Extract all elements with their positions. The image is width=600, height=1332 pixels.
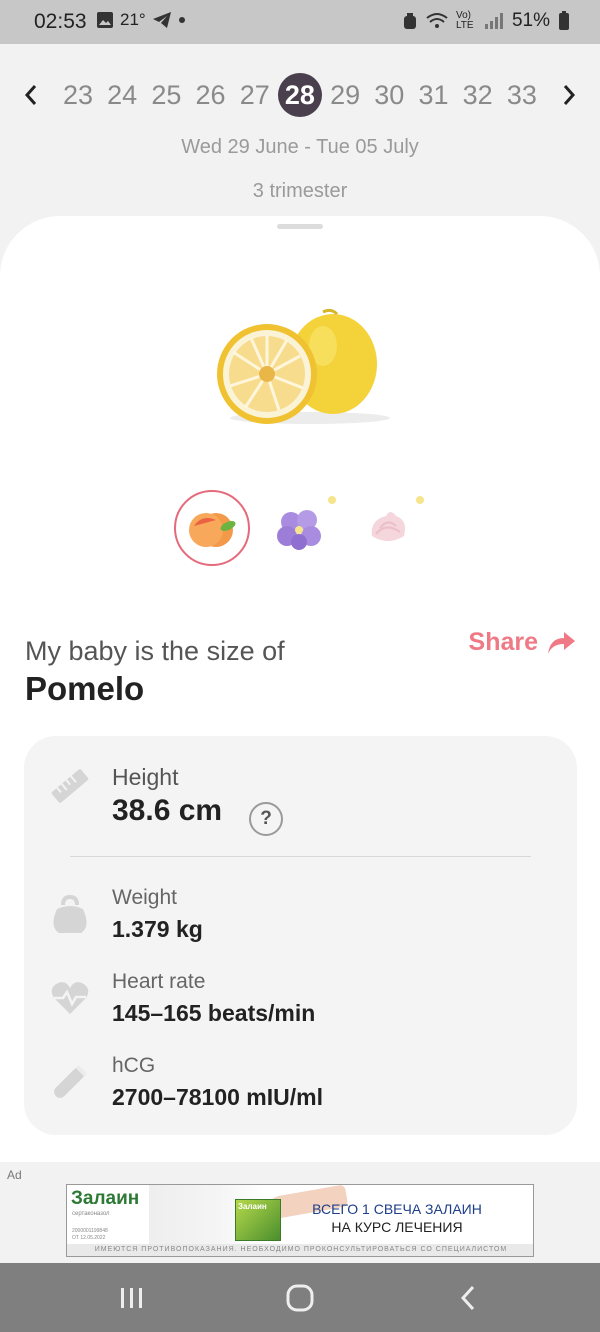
week-detail-sheet: My baby is the size of Pomelo Share Heig…	[0, 216, 600, 1162]
status-left-icons: 21°	[96, 10, 186, 30]
week-23[interactable]: 23	[57, 74, 99, 116]
height-help-button[interactable]: ?	[249, 802, 283, 836]
notification-dot-icon	[178, 17, 185, 23]
chevron-left-icon	[24, 85, 37, 105]
status-time: 02:53	[34, 10, 87, 33]
thumbnail-violet[interactable]	[262, 490, 338, 566]
weight-label: Weight	[112, 886, 177, 909]
week-24[interactable]: 24	[101, 74, 143, 116]
next-week-button[interactable]	[554, 78, 584, 112]
week-31[interactable]: 31	[413, 74, 455, 116]
ad-headline-2: НА КУРС ЛЕЧЕНИЯ	[331, 1219, 463, 1235]
peach-icon	[189, 513, 236, 547]
status-right-icons: Vo) LTE 51%	[402, 10, 570, 32]
week-30[interactable]: 30	[368, 74, 410, 116]
recents-icon	[121, 1288, 142, 1308]
home-icon	[286, 1284, 314, 1312]
alarm-icon	[403, 13, 416, 29]
share-arrow-icon	[548, 631, 575, 654]
week-list: 23 24 25 26 27 28 29 30 31 32 33	[57, 70, 543, 120]
size-comparison-thumbnails	[0, 490, 600, 570]
week-29[interactable]: 29	[324, 74, 366, 116]
battery-icon	[559, 11, 569, 30]
pomelo-image	[217, 308, 390, 424]
ad-brand: Залаин	[71, 1188, 140, 1209]
back-button[interactable]	[448, 1281, 488, 1315]
violet-flower-icon	[277, 510, 321, 550]
weight-value: 1.379 kg	[112, 916, 203, 942]
week-28-current[interactable]: 28	[277, 73, 322, 117]
marshmallow-icon	[371, 512, 405, 541]
height-label: Height	[112, 764, 179, 790]
heart-rate-label: Heart rate	[112, 970, 206, 993]
thumbnail-peach[interactable]	[174, 490, 250, 566]
share-label: Share	[468, 628, 538, 656]
chevron-right-icon	[563, 85, 576, 105]
thumbnail-marshmallow[interactable]	[350, 490, 426, 566]
ad-banner[interactable]: Залаин сертаконазол 2000001199848 ОТ 12.…	[66, 1184, 534, 1257]
week-27[interactable]: 27	[234, 74, 276, 116]
status-temperature: 21°	[120, 10, 146, 29]
ad-photo: Залаин	[149, 1185, 349, 1245]
hcg-value: 2700–78100 mIU/ml	[112, 1084, 323, 1110]
back-icon	[460, 1285, 475, 1311]
test-tube-icon	[48, 1060, 92, 1104]
stats-divider	[70, 856, 531, 857]
height-value: 38.6 cm	[112, 794, 223, 827]
week-25[interactable]: 25	[145, 74, 187, 116]
trimester-label: 3 trimester	[252, 180, 348, 202]
network-type: Vo) LTE	[455, 10, 474, 31]
recents-button[interactable]	[112, 1281, 152, 1315]
system-nav-bar	[0, 1263, 600, 1332]
status-bar: 02:53 21° Vo) LTE 51%	[0, 0, 600, 44]
new-indicator-dot	[326, 494, 338, 506]
date-range: Wed 29 June - Tue 05 July	[181, 136, 419, 158]
size-label: My baby is the size of	[25, 636, 285, 666]
hcg-label: hCG	[112, 1054, 156, 1077]
ruler-icon	[48, 764, 92, 808]
ad-codes: 2000001199848 ОТ 12.05.2022	[72, 1228, 108, 1241]
box-label: Залаин	[238, 1202, 267, 1211]
signal-icon	[484, 13, 503, 29]
wifi-icon	[426, 13, 448, 28]
ad-area: Ad Залаин сертаконазол 2000001199848 ОТ …	[0, 1162, 600, 1263]
ad-headline-1: ВСЕГО 1 СВЕЧА ЗАЛАИН	[312, 1201, 482, 1217]
week-26[interactable]: 26	[190, 74, 232, 116]
week-33[interactable]: 33	[501, 74, 543, 116]
prev-week-button[interactable]	[16, 78, 46, 112]
ad-tag: Ad	[7, 1168, 22, 1182]
week-32[interactable]: 32	[457, 74, 499, 116]
home-button[interactable]	[280, 1281, 320, 1315]
sheet-drag-handle[interactable]	[277, 224, 323, 229]
telegram-icon	[152, 12, 171, 28]
ad-brand-sub: сертаконазол	[72, 1211, 110, 1217]
weight-icon	[48, 892, 92, 936]
baby-stats-card: Height 38.6 cm ? Weight 1.379 kg Heart r…	[24, 736, 577, 1135]
ad-disclaimer: ИМЕЮТСЯ ПРОТИВОПОКАЗАНИЯ. НЕОБХОДИМО ПРО…	[67, 1244, 533, 1256]
week-selector: 23 24 25 26 27 28 29 30 31 32 33	[0, 70, 600, 120]
share-button[interactable]: Share	[469, 628, 576, 657]
gallery-icon	[97, 12, 113, 28]
battery-percent: 51%	[511, 10, 550, 31]
new-indicator-dot	[414, 494, 426, 506]
fruit-name: Pomelo	[25, 670, 145, 707]
heart-rate-icon	[48, 976, 92, 1020]
heart-rate-value: 145–165 beats/min	[112, 1000, 316, 1026]
